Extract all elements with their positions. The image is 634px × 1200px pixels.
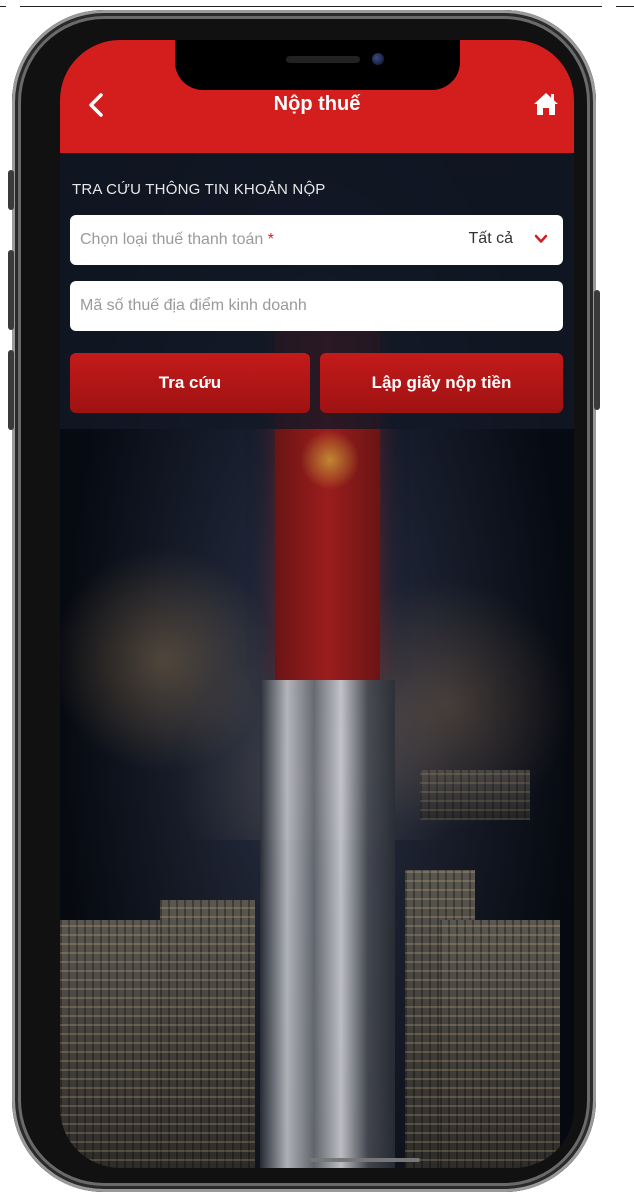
phone-screen: Nộp thuế TRA CỨU THÔNG TIN KHOẢN NỘP Chọ… bbox=[60, 40, 574, 1168]
business-tax-code-placeholder: Mã số thuế địa điểm kinh doanh bbox=[80, 297, 307, 314]
tax-type-placeholder: Chọn loại thuế thanh toán * bbox=[80, 231, 274, 248]
landmark-tower bbox=[260, 680, 395, 1168]
chevron-down-icon bbox=[534, 234, 548, 243]
front-camera bbox=[372, 53, 384, 65]
notch bbox=[175, 40, 460, 90]
create-payment-button[interactable]: Lập giấy nộp tiền bbox=[320, 353, 563, 413]
status-bar bbox=[60, 40, 574, 100]
search-button[interactable]: Tra cứu bbox=[70, 353, 310, 413]
phone-frame: Nộp thuế TRA CỨU THÔNG TIN KHOẢN NỘP Chọ… bbox=[8, 10, 600, 1192]
required-mark: * bbox=[267, 231, 274, 248]
power-button bbox=[594, 290, 600, 410]
top-border-line bbox=[0, 5, 634, 8]
home-indicator bbox=[310, 1158, 420, 1162]
mute-switch bbox=[8, 170, 14, 210]
section-title: TRA CỨU THÔNG TIN KHOẢN NỘP bbox=[72, 181, 326, 198]
earpiece-speaker bbox=[286, 56, 360, 63]
lookup-panel: TRA CỨU THÔNG TIN KHOẢN NỘP Chọn loại th… bbox=[60, 153, 574, 429]
volume-down-button bbox=[8, 350, 14, 430]
tax-type-select[interactable]: Chọn loại thuế thanh toán * Tất cả bbox=[70, 215, 563, 265]
tax-type-value: Tất cả bbox=[468, 230, 513, 247]
volume-up-button bbox=[8, 250, 14, 330]
business-tax-code-field[interactable]: Mã số thuế địa điểm kinh doanh bbox=[70, 281, 563, 331]
